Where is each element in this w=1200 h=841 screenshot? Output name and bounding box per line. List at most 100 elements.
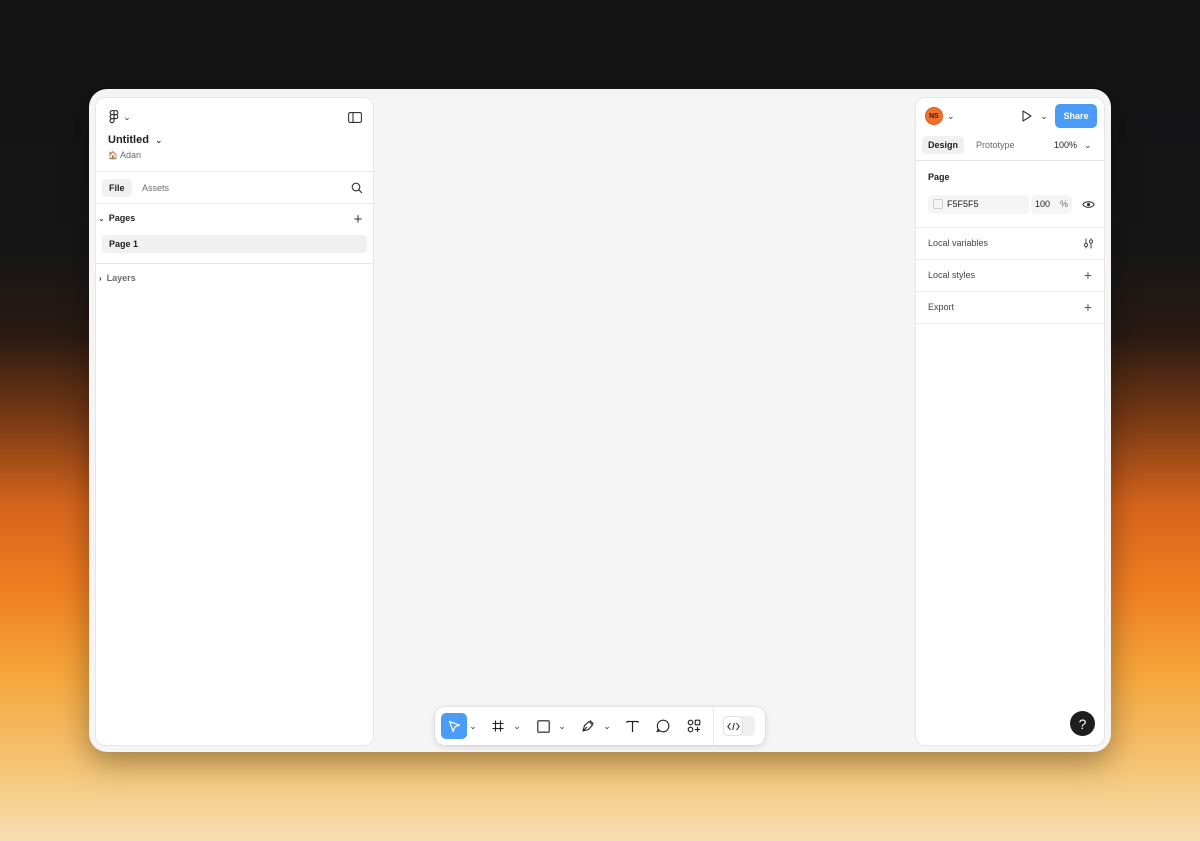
components-plus-icon xyxy=(687,719,701,733)
add-export-button[interactable]: + xyxy=(1080,299,1096,315)
divider xyxy=(96,171,373,172)
divider xyxy=(96,263,373,264)
chevron-down-icon: ⌄ xyxy=(154,134,163,145)
chevron-down-icon: ⌄ xyxy=(1040,110,1048,121)
team-name-row[interactable]: 🏠 Adan xyxy=(108,150,141,160)
zoom-dropdown[interactable]: 100% ⌄ xyxy=(1054,136,1092,154)
code-brackets-icon xyxy=(726,722,740,730)
page-section-title: Page xyxy=(928,172,950,182)
frame-tool-button[interactable] xyxy=(485,713,511,739)
layers-section-toggle[interactable]: › Layers xyxy=(99,273,136,283)
toggle-visibility-button[interactable] xyxy=(1080,196,1096,212)
sliders-icon xyxy=(1083,238,1093,248)
local-styles-label: Local styles xyxy=(928,270,976,280)
tab-file-label: File xyxy=(109,183,125,193)
multiplayer-avatar-button[interactable]: NS ⌄ xyxy=(925,107,955,125)
comment-tool-button[interactable] xyxy=(650,713,676,739)
search-icon xyxy=(351,182,363,194)
team-name: Adan xyxy=(119,150,142,160)
tab-prototype-label: Prototype xyxy=(976,140,1015,150)
pen-tool-options[interactable]: ⌄ xyxy=(602,713,612,739)
avatar-initials: NS xyxy=(929,112,939,120)
page-list-item[interactable]: Page 1 xyxy=(102,235,367,253)
left-sidebar: ⌄ Untitled ⌄ 🏠 Adan File Assets ⌄ Pages … xyxy=(95,97,374,746)
file-name: Untitled xyxy=(108,134,149,146)
share-button[interactable]: Share xyxy=(1055,104,1097,128)
chevron-down-icon: ⌄ xyxy=(947,110,955,121)
divider xyxy=(96,203,373,204)
move-tool-options[interactable]: ⌄ xyxy=(468,713,478,739)
dev-mode-knob xyxy=(724,717,742,735)
local-variables-label: Local variables xyxy=(928,238,989,248)
share-label: Share xyxy=(1063,111,1089,121)
divider xyxy=(916,259,1104,260)
search-button[interactable] xyxy=(348,179,366,197)
toolbar-divider xyxy=(713,707,714,745)
divider xyxy=(916,227,1104,228)
shape-tool-button[interactable] xyxy=(530,713,556,739)
opacity-value: 100 xyxy=(1035,199,1051,209)
chevron-down-icon: ⌄ xyxy=(123,111,131,122)
pages-header: Pages xyxy=(108,213,136,223)
divider xyxy=(916,160,1104,161)
help-label: ? xyxy=(1078,715,1087,732)
pen-tool-button[interactable] xyxy=(575,713,601,739)
plus-icon: + xyxy=(1083,299,1093,315)
rectangle-icon xyxy=(536,719,550,733)
text-tool-button[interactable] xyxy=(619,713,645,739)
tab-design-label: Design xyxy=(928,140,959,150)
chevron-down-icon: ⌄ xyxy=(1084,140,1092,150)
shape-tool-options[interactable]: ⌄ xyxy=(557,713,567,739)
comment-bubble-icon xyxy=(656,719,670,733)
avatar: NS xyxy=(925,107,943,125)
actions-tool-button[interactable] xyxy=(681,713,707,739)
app-window: ⌄ Untitled ⌄ 🏠 Adan File Assets ⌄ Pages … xyxy=(89,89,1111,752)
tab-design[interactable]: Design xyxy=(922,136,965,154)
divider xyxy=(916,291,1104,292)
layers-header: Layers xyxy=(106,273,136,283)
frame-hash-icon xyxy=(492,720,504,732)
toggle-sidebar-button[interactable] xyxy=(346,108,364,126)
present-options-button[interactable]: ⌄ xyxy=(1039,107,1049,125)
chevron-down-icon: ⌄ xyxy=(469,720,477,731)
tab-assets[interactable]: Assets xyxy=(142,179,169,197)
page-color-field[interactable]: F5F5F5 xyxy=(928,195,1029,214)
play-icon xyxy=(1022,110,1032,122)
opacity-unit: % xyxy=(1060,199,1069,209)
export-label: Export xyxy=(928,302,955,312)
add-style-button[interactable]: + xyxy=(1080,267,1096,283)
tab-prototype[interactable]: Prototype xyxy=(976,136,1015,154)
add-page-button[interactable]: + xyxy=(350,210,366,228)
text-t-icon xyxy=(626,720,638,732)
page-item-label: Page 1 xyxy=(109,239,139,249)
pen-icon xyxy=(582,720,594,732)
page-opacity-field[interactable]: 100 % xyxy=(1031,195,1072,214)
bottom-toolbar: ⌄ ⌄ ⌄ ⌄ xyxy=(435,707,765,745)
main-menu-button[interactable]: ⌄ xyxy=(106,108,134,126)
page-color-hex: F5F5F5 xyxy=(947,199,979,209)
present-button[interactable] xyxy=(1018,107,1036,125)
chevron-down-icon: ⌄ xyxy=(558,720,566,731)
properties-panel: NS ⌄ ⌄ Share Design Prototype 100% ⌄ Pag… xyxy=(915,97,1105,746)
chevron-right-icon: › xyxy=(99,273,102,283)
help-button[interactable]: ? xyxy=(1070,711,1095,736)
chevron-down-icon: ⌄ xyxy=(513,720,521,731)
dev-mode-toggle[interactable] xyxy=(723,716,755,736)
pages-section-toggle[interactable]: ⌄ Pages xyxy=(98,213,135,223)
team-icon: 🏠 xyxy=(108,151,118,160)
file-name-button[interactable]: Untitled ⌄ xyxy=(108,134,163,146)
tab-assets-label: Assets xyxy=(142,183,170,193)
chevron-down-icon: ⌄ xyxy=(603,720,611,731)
sidebar-layout-icon xyxy=(348,111,362,123)
eye-icon xyxy=(1081,200,1095,208)
divider xyxy=(916,323,1104,324)
tab-file[interactable]: File xyxy=(102,179,132,197)
figma-logo-icon xyxy=(109,110,119,124)
cursor-arrow-icon xyxy=(448,720,460,732)
color-swatch[interactable] xyxy=(933,199,943,209)
plus-icon: + xyxy=(353,210,363,228)
frame-tool-options[interactable]: ⌄ xyxy=(512,713,522,739)
open-variables-button[interactable] xyxy=(1080,235,1096,251)
chevron-down-icon: ⌄ xyxy=(98,213,105,223)
move-tool-button[interactable] xyxy=(441,713,467,739)
